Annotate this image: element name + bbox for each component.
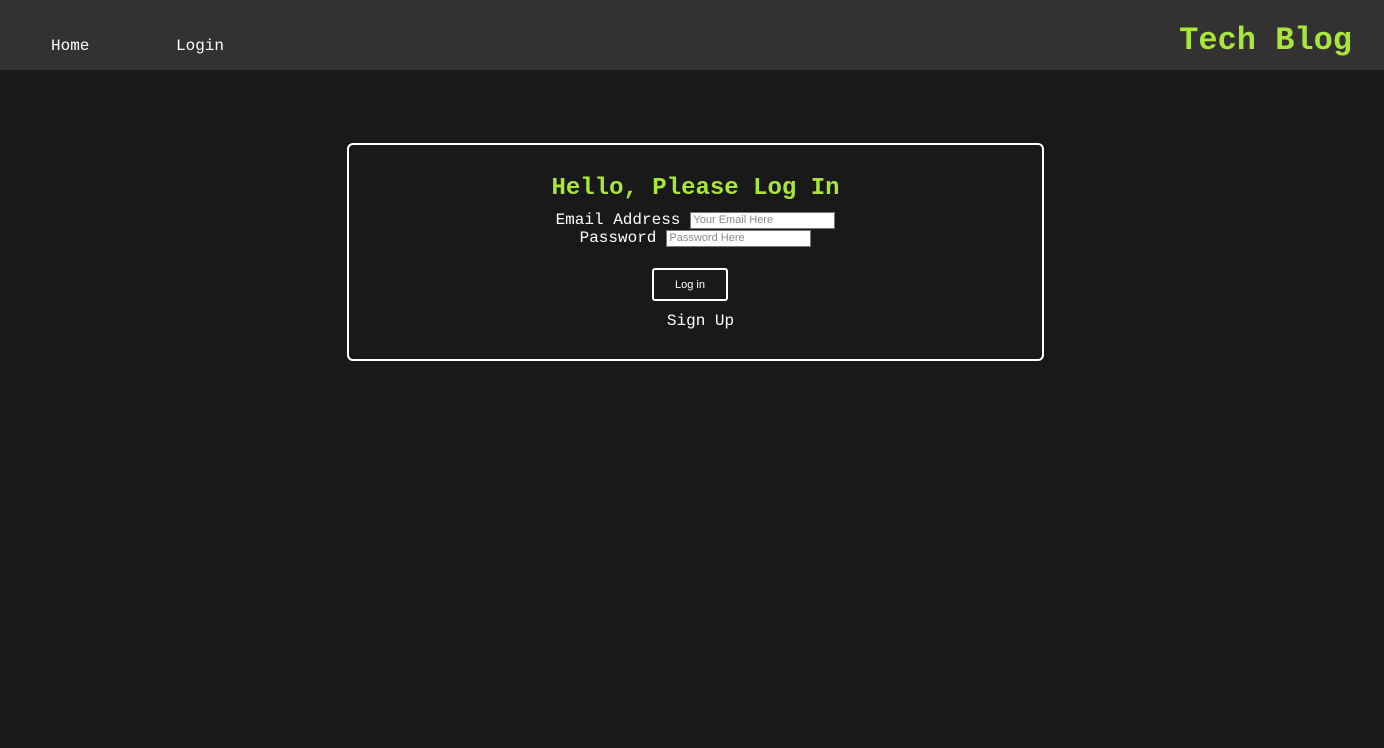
login-button[interactable]: Log in [652,268,728,301]
nav-link-home[interactable]: Home [51,36,89,56]
password-label: Password [579,229,657,247]
signup-link[interactable]: Sign Up [349,311,1042,331]
top-navbar: Home Login Tech Blog [0,0,1384,70]
password-input[interactable] [666,229,812,247]
email-input[interactable] [690,211,836,229]
site-title: Tech Blog [1179,22,1352,59]
login-heading: Hello, Please Log In [551,175,840,202]
nav-link-login[interactable]: Login [176,36,224,56]
login-card: Hello, Please Log In Email Address Passw… [347,143,1044,361]
email-row: Email Address [349,211,1042,229]
email-label: Email Address [555,211,681,229]
password-row: Password [349,229,1042,247]
